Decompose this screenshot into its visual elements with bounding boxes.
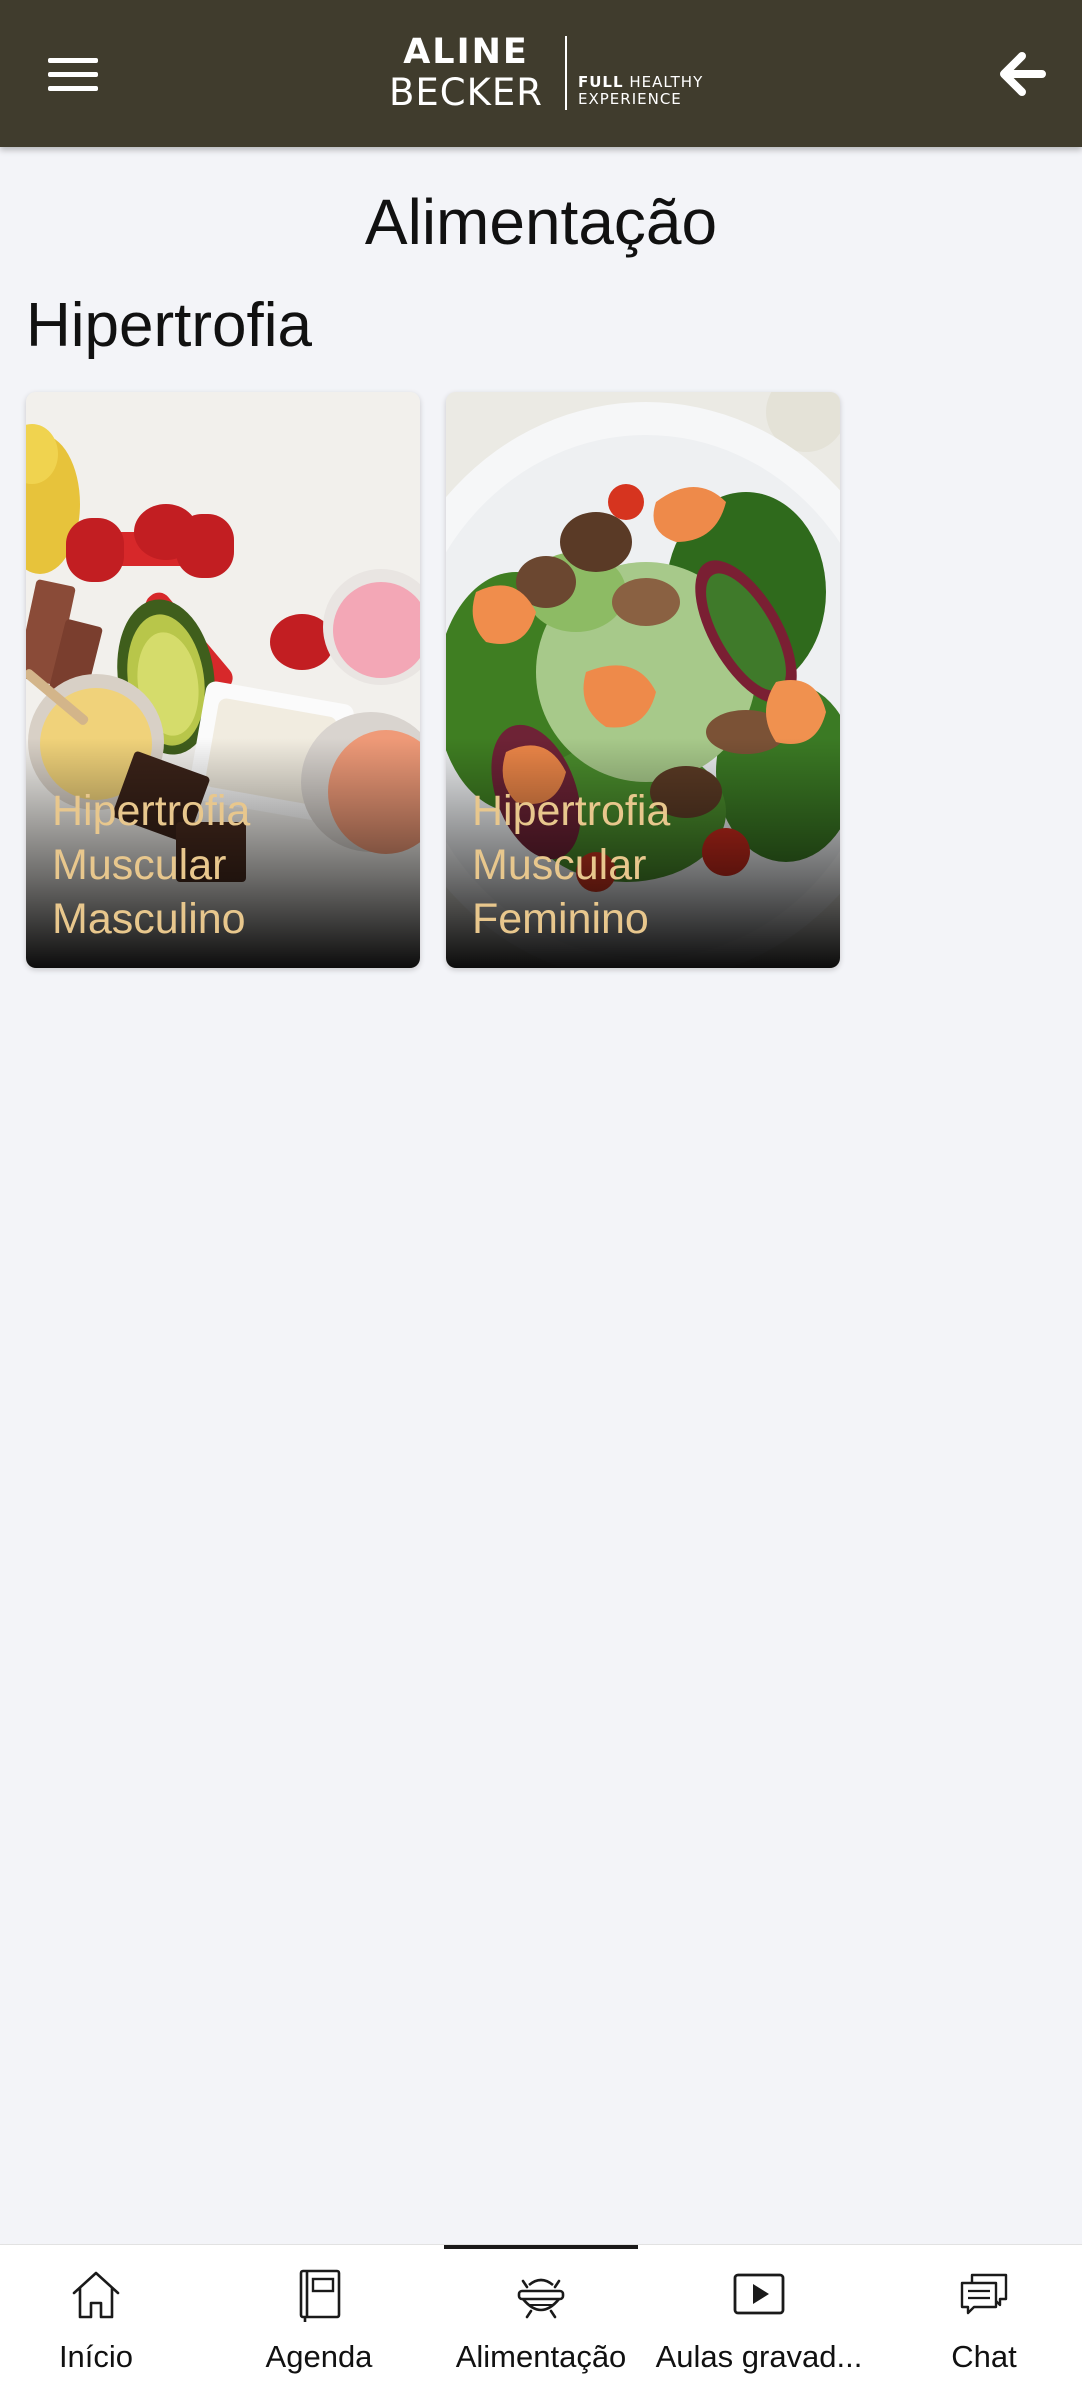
logo-tagline: FULL HEALTHY EXPERIENCE [578,74,703,108]
nav-item-agenda[interactable]: Agenda [211,2267,427,2387]
bottom-navigation: Início Agenda Alimentação Aulas gravad..… [0,2244,1082,2402]
notebook-icon [299,2269,341,2322]
category-card-masculino[interactable]: Hipertrofia Muscular Masculino [26,392,420,968]
nav-label-chat: Chat [951,2339,1017,2374]
nav-item-inicio[interactable]: Início [0,2267,204,2387]
arrow-left-icon[interactable] [992,44,1052,104]
logo-divider [565,36,567,110]
card-label: Hipertrofia Muscular Masculino [52,787,251,943]
logo-tagline-healthy: HEALTHY [623,73,704,91]
nav-item-alimentacao[interactable]: Alimentação [433,2267,649,2387]
nav-label-inicio: Início [58,2339,134,2374]
nav-item-chat[interactable]: Chat [876,2267,1082,2387]
hamburger-menu-icon[interactable] [40,48,106,100]
play-video-icon [733,2273,785,2315]
page-title: Alimentação [364,186,718,258]
logo-name-first: ALINE [403,32,529,72]
category-card-feminino[interactable]: Hipertrofia Muscular Feminino [446,392,840,968]
nav-item-aulas-gravadas[interactable]: Aulas gravad... [651,2267,867,2387]
nav-label-alimentacao: Alimentação [455,2339,627,2374]
section-title: Hipertrofia [26,291,312,360]
nav-label-agenda: Agenda [265,2339,373,2374]
chat-bubbles-icon [960,2273,1008,2315]
nav-label-aulas-gravadas: Aulas gravad... [655,2339,863,2374]
card-label: Hipertrofia Muscular Feminino [472,787,671,943]
logo-tagline-bold: FULL [578,73,624,91]
app-header: ALINE BECKER FULL HEALTHY EXPERIENCE [0,0,1082,147]
active-tab-indicator [444,2245,638,2249]
logo-tagline-experience: EXPERIENCE [578,90,682,108]
brand-logo: ALINE BECKER FULL HEALTHY EXPERIENCE [378,32,708,116]
food-bowl-icon [517,2278,565,2319]
home-icon [72,2271,120,2319]
logo-name-last: BECKER [389,71,543,114]
